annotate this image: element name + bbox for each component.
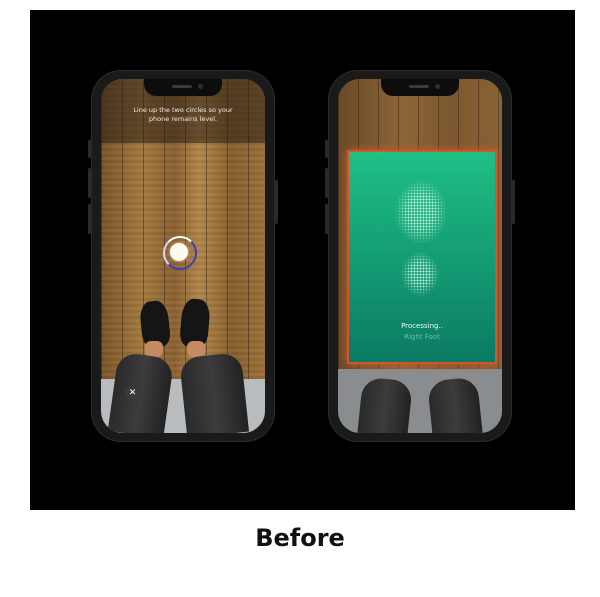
- phone-notch: [381, 79, 459, 96]
- front-camera: [198, 84, 203, 89]
- power-button: [275, 180, 278, 224]
- volume-up-button: [325, 168, 328, 198]
- right-leg: [178, 351, 250, 433]
- close-icon[interactable]: ✕: [125, 386, 140, 401]
- front-camera: [435, 84, 440, 89]
- caption-text: Before: [255, 524, 345, 552]
- left-leg: [107, 351, 175, 433]
- image-stage: Line up the two circles so your phone re…: [30, 10, 575, 510]
- foot-scan-heel: [401, 252, 439, 296]
- mute-switch: [325, 140, 328, 158]
- phone-left: Line up the two circles so your phone re…: [88, 70, 278, 442]
- power-button: [512, 180, 515, 224]
- phone-notch: [144, 79, 222, 96]
- speaker-grille: [172, 85, 192, 88]
- scan-foot-label: Right Foot: [404, 333, 440, 341]
- foot-scan-panel: Processing.. Right Foot: [347, 150, 497, 364]
- volume-down-button: [325, 204, 328, 234]
- mute-switch: [88, 140, 91, 158]
- phone-right-screen: Processing.. Right Foot: [338, 79, 502, 433]
- right-ankle: [187, 341, 205, 357]
- speaker-grille: [409, 85, 429, 88]
- foot-scan-forefoot: [395, 180, 447, 244]
- processing-status: Processing..: [401, 322, 443, 330]
- volume-down-button: [88, 204, 91, 234]
- left-leg: [357, 376, 413, 433]
- phone-right: Processing.. Right Foot: [325, 70, 515, 442]
- instruction-text: Line up the two circles so your phone re…: [133, 106, 233, 123]
- phone-left-screen: Line up the two circles so your phone re…: [101, 79, 265, 433]
- right-leg: [427, 376, 483, 433]
- volume-up-button: [88, 168, 91, 198]
- level-circle-icon[interactable]: [170, 243, 188, 261]
